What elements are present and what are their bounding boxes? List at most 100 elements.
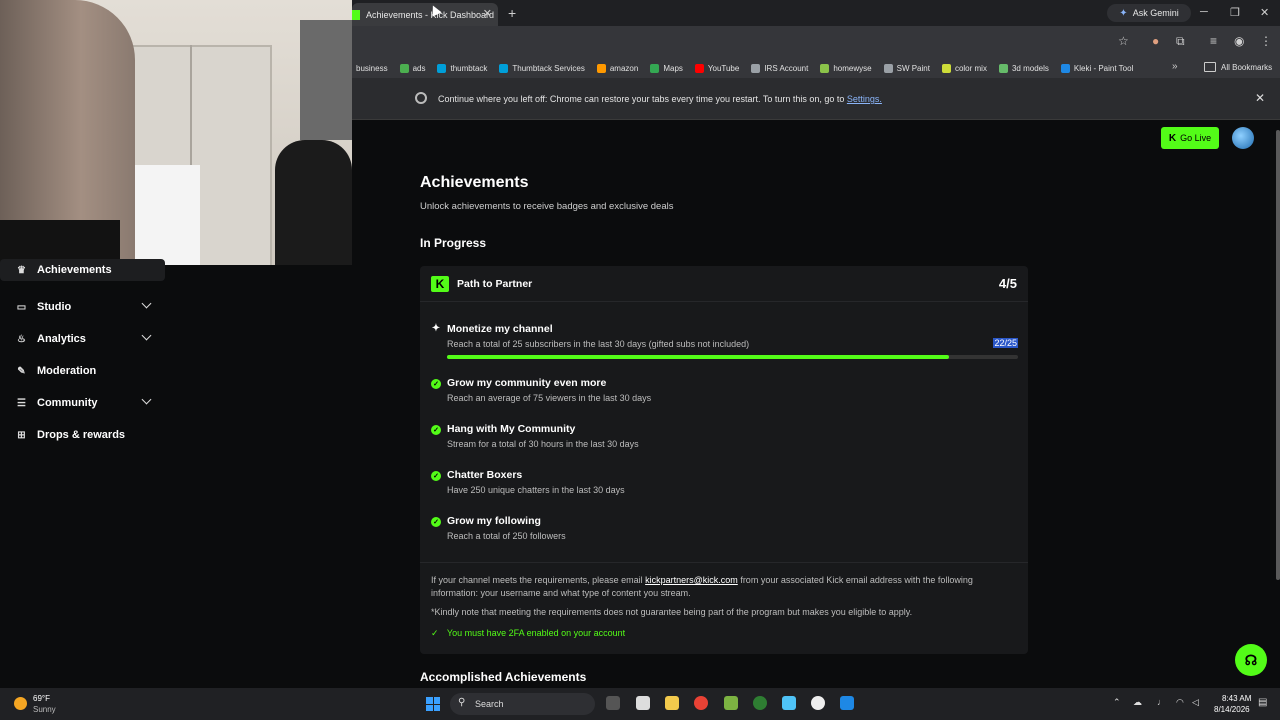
sun-icon[interactable] [14, 697, 27, 710]
bookmark-favicon-icon [820, 63, 830, 73]
windows-start-icon[interactable] [426, 697, 440, 711]
kick-logo-icon: K [1168, 132, 1177, 144]
extension-icon[interactable]: ● [1152, 34, 1159, 48]
bookmark-item[interactable]: ads [399, 63, 426, 73]
extensions-puzzle-icon[interactable]: ⧉ [1176, 34, 1185, 49]
media-control-icon[interactable]: ≡ [1210, 34, 1217, 48]
sidebar-item-label: Community [37, 397, 98, 409]
chevron-down-icon[interactable] [141, 330, 152, 341]
browser-tab[interactable]: Achievements - Kick Dashboard ✕ [352, 3, 498, 26]
studio-icon: ▭ [16, 301, 27, 313]
bookmarks-bar: business ads thumbtack Thumbtack Services am… [352, 58, 1280, 78]
infobar-settings-link[interactable]: Settings. [847, 94, 882, 104]
partner-email-link[interactable]: kickpartners@kick.com [645, 575, 738, 585]
notification-icon[interactable]: ▤ [1258, 697, 1267, 708]
go-live-button[interactable]: K Go Live [1161, 127, 1219, 149]
all-bookmarks-button[interactable]: All Bookmarks [1204, 62, 1272, 72]
clock-date[interactable]: 8/14/2026 [1214, 705, 1250, 714]
bookmark-item[interactable]: SW Paint [883, 63, 930, 73]
notepad-icon[interactable] [636, 696, 650, 710]
bookmark-star-icon[interactable]: ☆ [1118, 34, 1129, 48]
infobar-close-icon[interactable]: ✕ [1255, 91, 1265, 105]
task-name: Hang with My Community [447, 423, 576, 435]
edge-taskbar-icon[interactable] [753, 696, 767, 710]
bookmark-item[interactable]: 3d models [998, 63, 1049, 73]
sidebar-item-label: Drops & rewards [37, 429, 126, 441]
ask-gemini-button[interactable]: ✦ Ask Gemini [1107, 4, 1191, 22]
sidebar-item-moderation[interactable]: ✎ Moderation [0, 355, 170, 387]
taskbar-search-label: Search [475, 699, 504, 709]
check-circle-icon: ✓ [431, 425, 441, 435]
window-close-icon[interactable]: ✕ [1260, 6, 1269, 19]
folder-icon [1204, 62, 1216, 72]
gemini-icon: ✦ [1119, 7, 1128, 19]
chevron-down-icon[interactable] [141, 298, 152, 309]
sidebar-item-achievements[interactable]: ♛ Achievements [0, 259, 165, 281]
sidebar-item-drops-rewards[interactable]: ⊞ Drops & rewards [0, 419, 170, 451]
clock-time[interactable]: 8:43 AM [1222, 694, 1251, 703]
bookmark-item[interactable]: thumbtack [437, 63, 487, 73]
file-explorer-icon[interactable] [665, 696, 679, 710]
bookmark-label: ads [412, 63, 426, 73]
app-icon[interactable] [840, 696, 854, 710]
bookmark-item[interactable]: Thumbtack Services [499, 63, 585, 73]
calculator-icon[interactable] [782, 696, 796, 710]
obs-icon[interactable] [811, 696, 825, 710]
onedrive-icon[interactable]: ☁ [1133, 697, 1142, 708]
avatar[interactable] [1232, 127, 1254, 149]
bookmark-item[interactable]: IRS Account [751, 63, 809, 73]
profile-icon[interactable]: ◉ [1234, 34, 1244, 48]
chrome-menu-icon[interactable]: ⋮ [1260, 34, 1272, 48]
ask-gemini-label: Ask Gemini [1132, 8, 1179, 18]
wifi-icon[interactable]: ◠ [1176, 697, 1184, 708]
task-description: Reach a total of 250 followers [447, 531, 566, 541]
new-tab-button[interactable]: + [508, 5, 516, 21]
chrome-taskbar-icon[interactable] [694, 696, 708, 710]
bookmark-favicon-icon [941, 63, 951, 73]
bookmark-label: 3d models [1011, 63, 1049, 73]
app-taskbar-icon[interactable] [724, 696, 738, 710]
bookmark-label: IRS Account [764, 63, 809, 73]
page-scrollbar[interactable] [1276, 130, 1280, 580]
community-icon: ☰ [17, 397, 26, 409]
sidebar-item-analytics[interactable]: ♨ Analytics [0, 323, 170, 355]
microphone-icon[interactable]: ♩ [1157, 697, 1166, 707]
more-bookmarks-icon[interactable]: » [1172, 61, 1178, 72]
bookmark-item[interactable]: color mix [941, 63, 987, 73]
bookmark-item[interactable]: YouTube [694, 63, 740, 73]
restore-tabs-infobar: Continue where you left off: Chrome can … [352, 78, 1280, 120]
bookmark-label: Maps [663, 63, 683, 73]
trophy-icon: ♛ [17, 264, 26, 276]
headset-icon: ☊ [1244, 651, 1258, 668]
task-name: Grow my community even more [447, 377, 607, 389]
card-divider [420, 562, 1028, 563]
task-view-icon[interactable] [606, 696, 620, 710]
address-bar-row: ☆ ● ⧉ ≡ ◉ ⋮ [352, 26, 1280, 58]
taskbar-search[interactable]: ⚲ Search [450, 693, 595, 715]
sidebar-item-label: Achievements [37, 264, 112, 276]
bookmark-label: YouTube [707, 63, 740, 73]
bookmark-item[interactable]: Kleki - Paint Tool [1060, 63, 1133, 73]
webcam-chair [275, 140, 352, 265]
wrench-icon: ✎ [17, 365, 26, 377]
chevron-down-icon[interactable] [141, 394, 152, 405]
infobar-message: Continue where you left off: Chrome can … [438, 94, 882, 104]
bookmark-favicon-icon [650, 63, 660, 73]
search-icon: ⚲ [458, 697, 466, 708]
bookmark-item[interactable]: amazon [596, 63, 638, 73]
tab-close-icon[interactable]: ✕ [483, 7, 492, 20]
minimize-icon[interactable]: ─ [1200, 6, 1208, 18]
bookmark-item[interactable]: homewyse [820, 63, 872, 73]
support-chat-button[interactable]: ☊ [1235, 644, 1267, 676]
twofa-requirement: ✓ You must have 2FA enabled on your acco… [431, 628, 625, 639]
progress-bar-fill [447, 355, 950, 359]
in-progress-heading: In Progress [420, 236, 487, 250]
restore-icon[interactable]: ❐ [1230, 6, 1240, 19]
bookmark-item[interactable]: business [356, 64, 388, 73]
volume-icon[interactable]: ◁ [1192, 697, 1199, 708]
tray-chevron-icon[interactable]: ⌃ [1113, 697, 1121, 708]
bookmark-item[interactable]: Maps [650, 63, 683, 73]
sidebar-item-community[interactable]: ☰ Community [0, 387, 170, 419]
sidebar-item-studio[interactable]: ▭ Studio [0, 291, 170, 323]
bookmark-favicon-icon [694, 63, 704, 73]
